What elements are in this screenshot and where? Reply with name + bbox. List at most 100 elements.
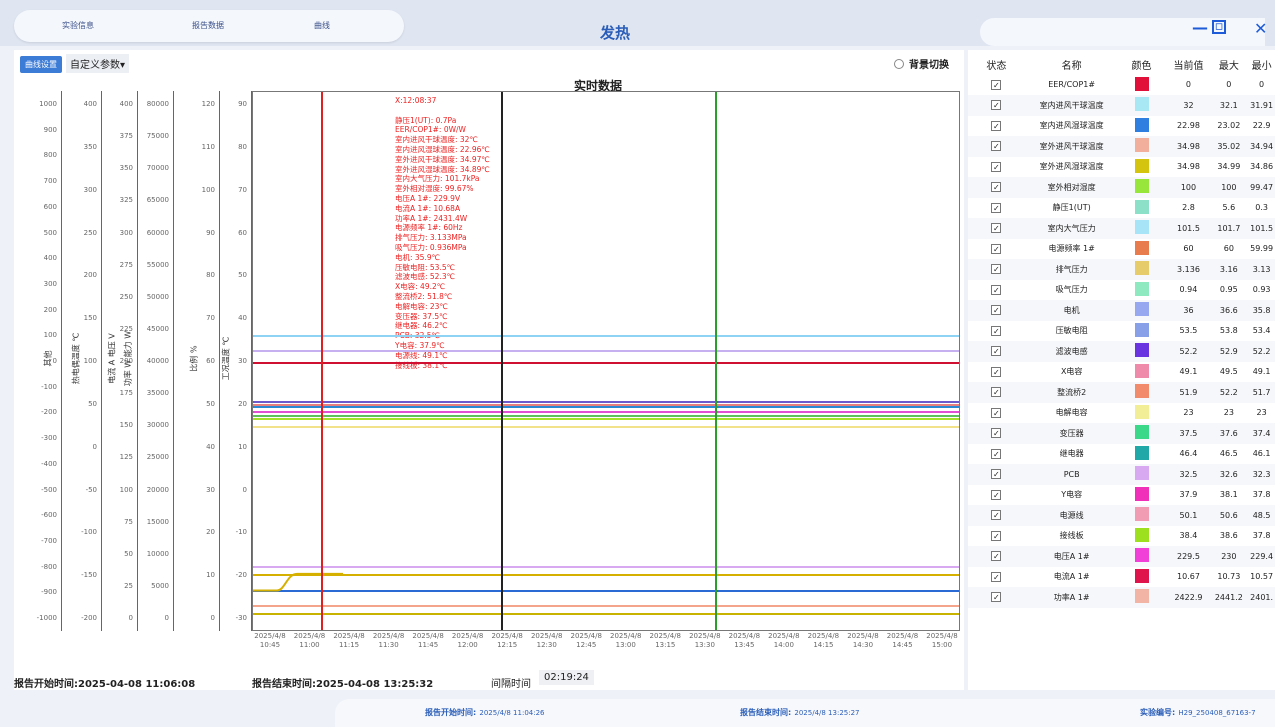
y-tick-label: 120	[201, 100, 215, 108]
color-swatch[interactable]	[1134, 240, 1149, 255]
checkbox-icon[interactable]: ✓	[991, 346, 1002, 357]
checkbox-icon[interactable]: ✓	[991, 182, 1002, 193]
checkbox-icon[interactable]: ✓	[991, 100, 1002, 111]
tab-report-data[interactable]: 报告数据	[192, 20, 224, 31]
checkbox-icon[interactable]: ✓	[991, 284, 1002, 295]
checkbox-icon[interactable]: ✓	[991, 202, 1002, 213]
color-swatch[interactable]	[1134, 527, 1149, 542]
checkbox-icon[interactable]: ✓	[991, 161, 1002, 172]
legend-row[interactable]: ✓ Y电容 37.9 38.1 37.8	[968, 485, 1275, 506]
color-swatch[interactable]	[1134, 97, 1149, 112]
plot-area[interactable]: X:12:08:37 静压1(UT): 0.7Pa EER/COP1#: 0W/W…	[252, 91, 960, 631]
legend-row[interactable]: ✓ 功率A 1# 2422.9 2441.2 2401.	[968, 587, 1275, 608]
color-swatch[interactable]	[1134, 363, 1149, 378]
color-swatch[interactable]	[1134, 199, 1149, 214]
color-swatch[interactable]	[1134, 589, 1149, 604]
color-swatch[interactable]	[1134, 445, 1149, 460]
min-value-cell: 31.91	[1245, 95, 1275, 116]
cur-value-cell: 34.98	[1177, 162, 1200, 172]
color-swatch[interactable]	[1134, 548, 1149, 563]
checkbox-icon[interactable]: ✓	[991, 551, 1002, 562]
close-icon[interactable]: ✕	[1254, 19, 1267, 38]
color-swatch[interactable]	[1134, 302, 1149, 317]
color-swatch[interactable]	[1134, 507, 1149, 522]
y-tick-label: 200	[43, 305, 57, 314]
checkbox-icon[interactable]: ✓	[991, 264, 1002, 275]
y-tick-label: -500	[41, 485, 57, 494]
legend-row[interactable]: ✓ 整流桥2 51.9 52.2 51.7	[968, 382, 1275, 403]
checkbox-icon[interactable]: ✓	[991, 469, 1002, 480]
checkbox-icon[interactable]: ✓	[991, 141, 1002, 152]
bg-switch-radio[interactable]: 背景切换	[894, 56, 949, 71]
legend-row[interactable]: ✓ 继电器 46.4 46.5 46.1	[968, 444, 1275, 465]
legend-row[interactable]: ✓ 电解电容 23 23 23	[968, 403, 1275, 424]
curve-settings-button[interactable]: 曲线设置	[20, 56, 62, 73]
legend-row[interactable]: ✓ 电机 36 36.6 35.8	[968, 300, 1275, 321]
name-cell: 电流A 1#	[1053, 572, 1090, 582]
legend-row[interactable]: ✓ EER/COP1# 0 0 0	[968, 75, 1275, 96]
checkbox-icon[interactable]: ✓	[991, 407, 1002, 418]
legend-row[interactable]: ✓ X电容 49.1 49.5 49.1	[968, 362, 1275, 383]
checkbox-icon[interactable]: ✓	[991, 387, 1002, 398]
checkbox-icon[interactable]: ✓	[991, 571, 1002, 582]
color-swatch[interactable]	[1134, 425, 1149, 440]
checkbox-icon[interactable]: ✓	[991, 428, 1002, 439]
color-swatch[interactable]	[1134, 76, 1149, 91]
checkbox-icon[interactable]: ✓	[991, 223, 1002, 234]
legend-row[interactable]: ✓ 电压A 1# 229.5 230 229.4	[968, 546, 1275, 567]
color-swatch[interactable]	[1134, 322, 1149, 337]
y-tick-label: -800	[41, 562, 57, 571]
tab-curve[interactable]: 曲线	[314, 20, 330, 31]
color-swatch[interactable]	[1134, 117, 1149, 132]
cursor-line[interactable]	[715, 92, 718, 630]
checkbox-icon[interactable]: ✓	[991, 243, 1002, 254]
legend-row[interactable]: ✓ 电源线 50.1 50.6 48.5	[968, 505, 1275, 526]
checkbox-icon[interactable]: ✓	[991, 530, 1002, 541]
legend-row[interactable]: ✓ 室外相对湿度 100 100 99.47	[968, 177, 1275, 198]
checkbox-icon[interactable]: ✓	[991, 489, 1002, 500]
color-swatch[interactable]	[1134, 466, 1149, 481]
checkbox-icon[interactable]: ✓	[991, 120, 1002, 131]
legend-row[interactable]: ✓ 电源频率 1# 60 60 59.99	[968, 239, 1275, 260]
legend-row[interactable]: ✓ 静压1(UT) 2.8 5.6 0.3	[968, 198, 1275, 219]
legend-row[interactable]: ✓ 排气压力 3.136 3.16 3.13	[968, 259, 1275, 280]
cursor-line[interactable]	[501, 92, 504, 630]
color-swatch[interactable]	[1134, 281, 1149, 296]
legend-row[interactable]: ✓ PCB 32.5 32.6 32.3	[968, 464, 1275, 485]
color-swatch[interactable]	[1134, 568, 1149, 583]
min-value-cell: 48.5	[1245, 505, 1275, 526]
color-swatch[interactable]	[1134, 158, 1149, 173]
checkbox-icon[interactable]: ✓	[991, 592, 1002, 603]
color-swatch[interactable]	[1134, 404, 1149, 419]
minimize-icon[interactable]: —	[1192, 18, 1208, 37]
legend-row[interactable]: ✓ 室内大气压力 101.5 101.7 101.5	[968, 218, 1275, 239]
restore-icon[interactable]: ▫	[1212, 20, 1226, 34]
legend-row[interactable]: ✓ 变压器 37.5 37.6 37.4	[968, 423, 1275, 444]
color-swatch[interactable]	[1134, 343, 1149, 358]
checkbox-icon[interactable]: ✓	[991, 325, 1002, 336]
legend-row[interactable]: ✓ 室外进风干球温度 34.98 35.02 34.94	[968, 136, 1275, 157]
color-swatch[interactable]	[1134, 179, 1149, 194]
legend-row[interactable]: ✓ 接线板 38.4 38.6 37.8	[968, 526, 1275, 547]
legend-row[interactable]: ✓ 室内进风湿球温度 22.98 23.02 22.9	[968, 116, 1275, 137]
color-swatch[interactable]	[1134, 220, 1149, 235]
tab-experiment-info[interactable]: 实验信息	[62, 20, 94, 31]
legend-row[interactable]: ✓ 室内进风干球温度 32 32.1 31.91	[968, 95, 1275, 116]
legend-row[interactable]: ✓ 电流A 1# 10.67 10.73 10.57	[968, 567, 1275, 588]
checkbox-icon[interactable]: ✓	[991, 510, 1002, 521]
color-swatch[interactable]	[1134, 384, 1149, 399]
legend-row[interactable]: ✓ 滤波电感 52.2 52.9 52.2	[968, 341, 1275, 362]
checkbox-icon[interactable]: ✓	[991, 366, 1002, 377]
color-swatch[interactable]	[1134, 138, 1149, 153]
legend-row[interactable]: ✓ 吸气压力 0.94 0.95 0.93	[968, 280, 1275, 301]
custom-params-dropdown[interactable]: 自定义参数▾	[66, 54, 130, 73]
cursor-line[interactable]	[320, 92, 323, 630]
status-cell: ✓	[968, 382, 1025, 403]
checkbox-icon[interactable]: ✓	[991, 79, 1002, 90]
legend-row[interactable]: ✓ 室外进风湿球温度 34.98 34.99 34.86	[968, 157, 1275, 178]
color-swatch[interactable]	[1134, 261, 1149, 276]
checkbox-icon[interactable]: ✓	[991, 305, 1002, 316]
color-swatch[interactable]	[1134, 486, 1149, 501]
legend-row[interactable]: ✓ 压敏电阻 53.5 53.8 53.4	[968, 321, 1275, 342]
checkbox-icon[interactable]: ✓	[991, 448, 1002, 459]
